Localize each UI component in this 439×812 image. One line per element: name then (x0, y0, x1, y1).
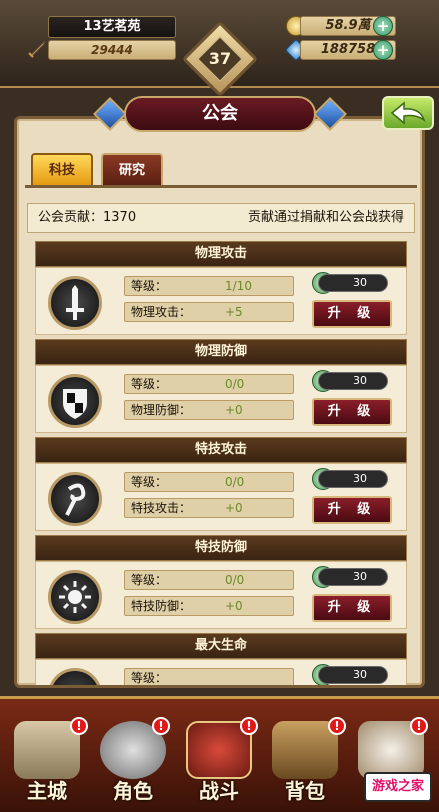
stat-label: 特技攻击： (131, 501, 192, 515)
upgrade-button[interactable]: 升 级 (312, 300, 392, 328)
nav-label: 战斗 (199, 779, 239, 803)
level-label: 等级： (131, 279, 168, 293)
tab-research[interactable]: 研究 (101, 153, 163, 187)
page-title: 公会 (124, 96, 316, 132)
notification-badge: ! (328, 717, 346, 735)
level-row: 等级： 0/0 (124, 472, 294, 492)
notification-badge: ! (240, 717, 258, 735)
skill-list[interactable]: 物理攻击 等级： 1/10 物理攻击： +5 30 升 级 物理防御 等级： 0… (25, 239, 417, 685)
top-status-bar: 13艺茗苑 29444 37 58.9萬 + 188758 + (0, 0, 439, 98)
stat-label: 特技防御： (131, 599, 192, 613)
nav-label: 背包 (285, 779, 325, 803)
level-label: 等级： (131, 573, 168, 587)
contribution-bar: 公会贡献：1370 贡献通过捐献和公会战获得 (27, 203, 415, 233)
heart-icon (48, 668, 102, 685)
skill-body: 等级： 30 (35, 659, 407, 685)
banner-wing-right (313, 97, 347, 131)
banner-wing-left (93, 97, 127, 131)
nav-battle[interactable]: ! 战斗 (176, 717, 262, 812)
skill-section-special-defense: 特技防御 等级： 0/0 特技防御： +0 30 升 级 (25, 533, 417, 633)
skill-header: 物理攻击 (35, 241, 407, 267)
skill-header: 特技防御 (35, 535, 407, 561)
stat-row: 特技防御： +0 (124, 596, 294, 616)
level-value: 0/0 (225, 377, 245, 391)
notification-badge: ! (152, 717, 170, 735)
skill-header: 最大生命 (35, 633, 407, 659)
stat-value: +0 (225, 403, 243, 417)
add-gems-button[interactable]: + (373, 40, 393, 60)
stat-row: 特技攻击： +0 (124, 498, 294, 518)
contribution-hint: 贡献通过捐献和公会战获得 (247, 210, 404, 225)
skill-body: 等级： 1/10 物理攻击： +5 30 升 级 (35, 267, 407, 335)
player-name: 13艺茗苑 (48, 16, 176, 38)
add-gold-button[interactable]: + (373, 16, 393, 36)
player-level: 37 (208, 49, 232, 68)
skill-body: 等级： 0/0 物理防御： +0 30 升 级 (35, 365, 407, 433)
guild-panel: 科技 研究 公会贡献：1370 贡献通过捐献和公会战获得 物理攻击 等级： 1/… (14, 116, 425, 688)
sword-icon (48, 276, 102, 330)
sun-icon (48, 570, 102, 624)
swirl-icon (48, 472, 102, 526)
stat-label: 物理防御： (131, 403, 192, 417)
notification-badge: ! (410, 717, 428, 735)
upgrade-cost: 30 (318, 568, 388, 586)
upgrade-cost: 30 (318, 372, 388, 390)
skill-section-max-hp: 最大生命 等级： 30 (25, 631, 417, 685)
level-label: 等级： (131, 671, 168, 685)
level-row: 等级： 1/10 (124, 276, 294, 296)
level-value: 0/0 (225, 475, 245, 489)
tab-technology[interactable]: 科技 (31, 153, 93, 187)
sword-icon (28, 40, 45, 58)
stat-value: +5 (225, 305, 243, 319)
shield-icon (48, 374, 102, 428)
stat-row: 物理防御： +0 (124, 400, 294, 420)
upgrade-cost: 30 (318, 470, 388, 488)
stat-value: +0 (225, 501, 243, 515)
skill-section-special-attack: 特技攻击 等级： 0/0 特技攻击： +0 30 升 级 (25, 435, 417, 535)
tab-divider (25, 185, 417, 188)
back-button[interactable] (382, 96, 434, 130)
level-row: 等级： 0/0 (124, 570, 294, 590)
combat-power: 29444 (48, 40, 176, 60)
level-row: 等级： (124, 668, 294, 685)
skill-header: 特技攻击 (35, 437, 407, 463)
title-banner: 公会 (93, 96, 347, 134)
level-label: 等级： (131, 377, 168, 391)
nav-label: 角色 (113, 779, 153, 803)
skill-body: 等级： 0/0 特技攻击： +0 30 升 级 (35, 463, 407, 531)
contribution-points: 公会贡献：1370 (38, 210, 137, 225)
level-label: 等级： (131, 475, 168, 489)
skill-section-physical-defense: 物理防御 等级： 0/0 物理防御： +0 30 升 级 (25, 337, 417, 437)
stat-label: 物理攻击： (131, 305, 192, 319)
nav-character[interactable]: ! 角色 (90, 717, 176, 812)
notification-badge: ! (70, 717, 88, 735)
level-value: 1/10 (225, 279, 252, 293)
stat-row: 物理攻击： +5 (124, 302, 294, 322)
upgrade-cost: 30 (318, 666, 388, 684)
nav-main-city[interactable]: ! 主城 (4, 717, 90, 812)
nav-label: 主城 (27, 779, 67, 803)
upgrade-button[interactable]: 升 级 (312, 496, 392, 524)
level-row: 等级： 0/0 (124, 374, 294, 394)
upgrade-button[interactable]: 升 级 (312, 594, 392, 622)
upgrade-button[interactable]: 升 级 (312, 398, 392, 426)
skill-body: 等级： 0/0 特技防御： +0 30 升 级 (35, 561, 407, 629)
skill-section-physical-attack: 物理攻击 等级： 1/10 物理攻击： +5 30 升 级 (25, 239, 417, 339)
level-value: 0/0 (225, 573, 245, 587)
nav-backpack[interactable]: ! 背包 (262, 717, 348, 812)
back-arrow-icon (390, 101, 426, 125)
stat-value: +0 (225, 599, 243, 613)
site-watermark-logo: 游戏之家 (364, 772, 432, 802)
skill-header: 物理防御 (35, 339, 407, 365)
upgrade-cost: 30 (318, 274, 388, 292)
